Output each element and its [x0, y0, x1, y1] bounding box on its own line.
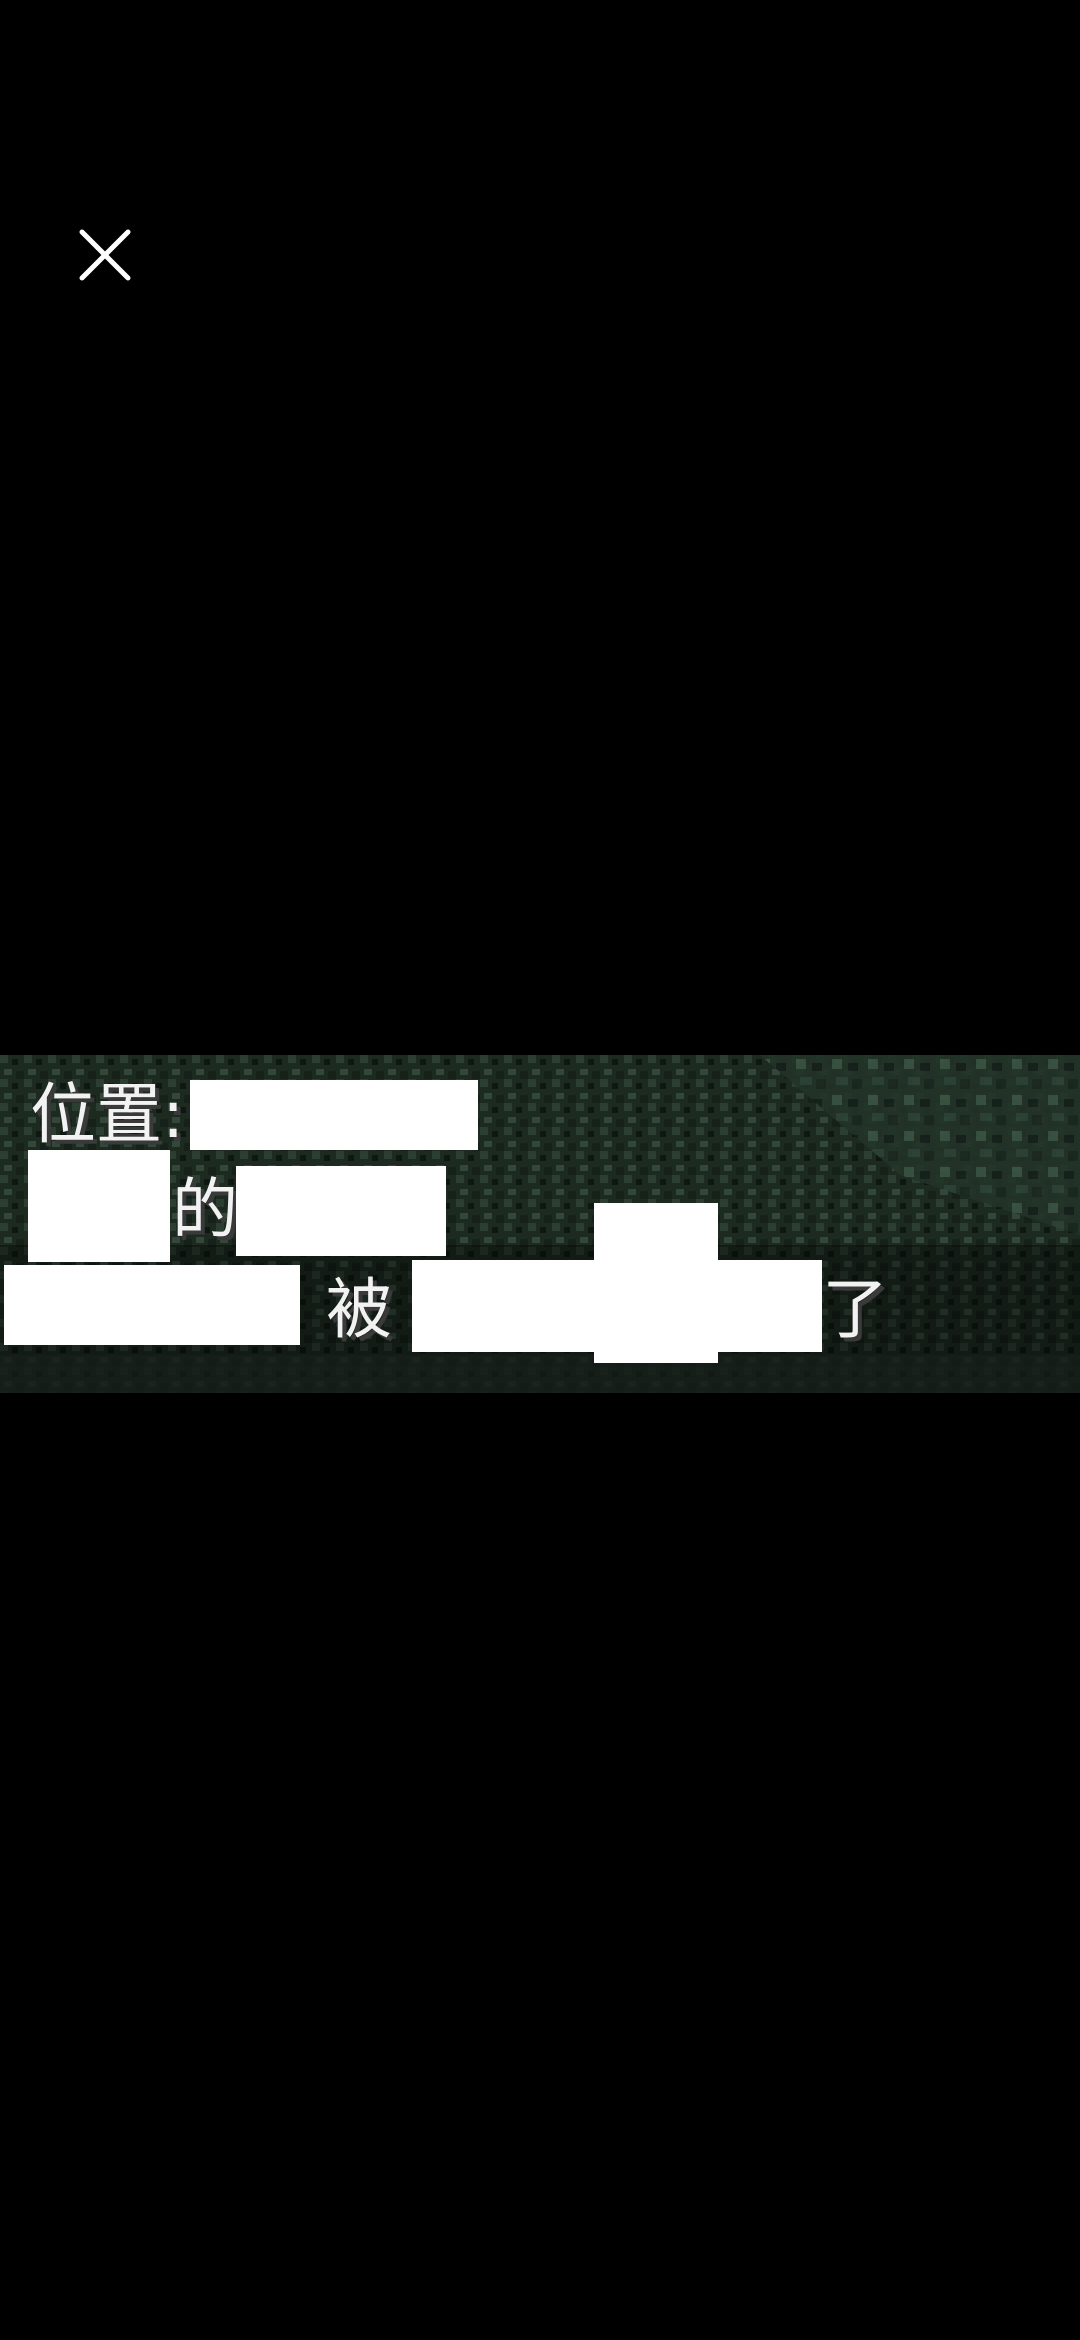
close-icon	[79, 229, 131, 281]
possessive-particle: 的	[172, 1171, 238, 1248]
redacted-item-name	[236, 1166, 446, 1256]
close-button[interactable]	[70, 220, 140, 290]
passive-marker: 被	[326, 1271, 392, 1348]
caption-line-1: 位置:	[30, 1075, 184, 1155]
location-label: 位置:	[30, 1076, 185, 1153]
viewed-image[interactable]: 位置: 的 被 了	[0, 1055, 1080, 1393]
completion-particle: 了	[822, 1271, 888, 1348]
redacted-subject	[4, 1265, 300, 1345]
caption-line-2: 的	[172, 1170, 238, 1250]
caption-line-3: 被	[326, 1270, 392, 1350]
redacted-location-value	[190, 1080, 478, 1150]
caption-line-3-end: 了	[822, 1270, 888, 1350]
redacted-player-name	[28, 1150, 170, 1262]
redacted-agent-2	[594, 1203, 718, 1363]
